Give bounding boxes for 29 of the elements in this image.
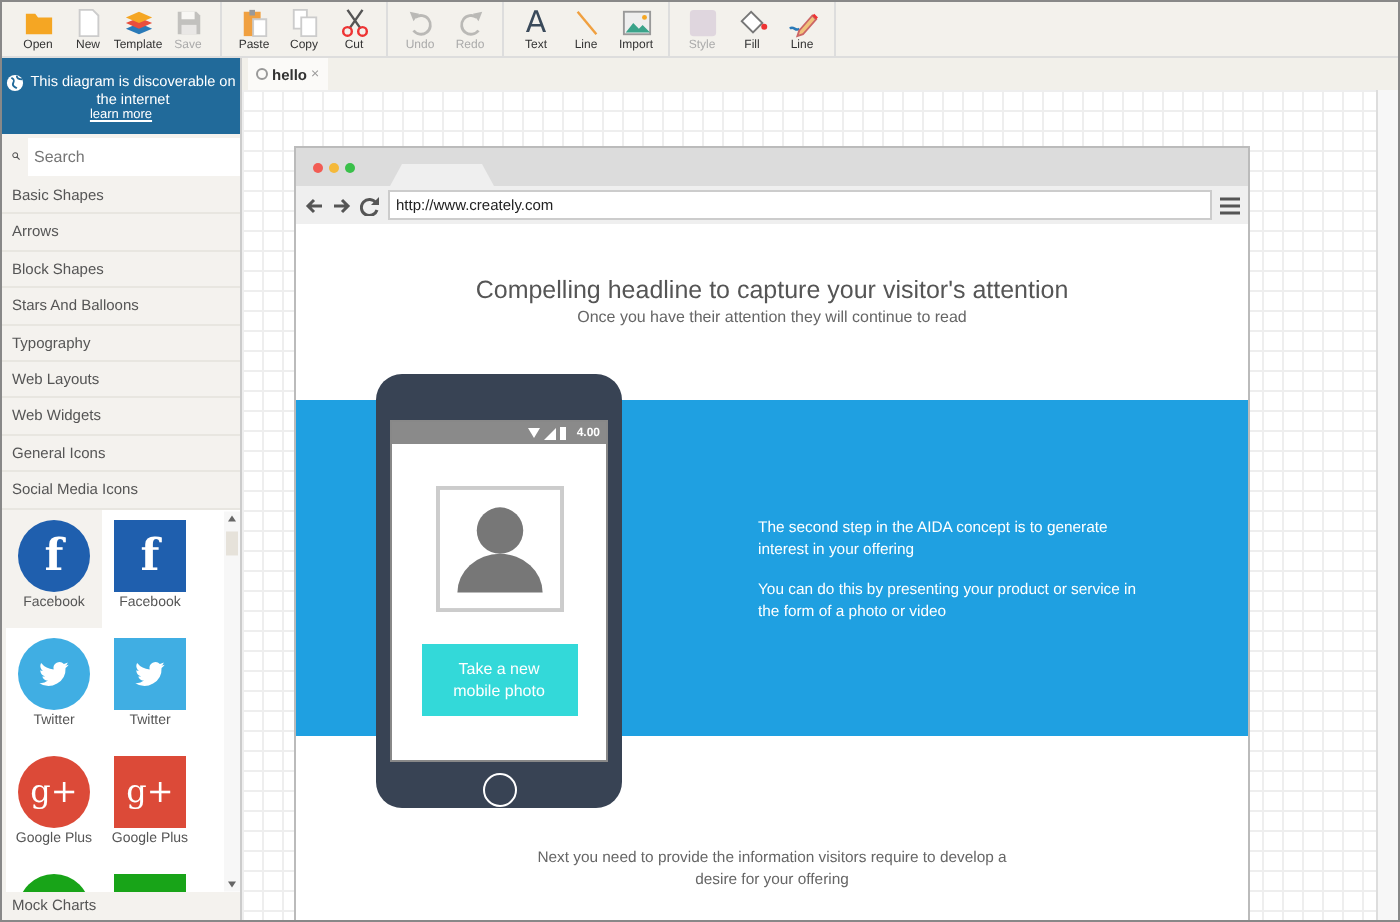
- folder-icon: [23, 8, 53, 38]
- image-icon: [621, 8, 651, 38]
- redo-icon: [455, 8, 485, 38]
- pencil-line-icon: [787, 8, 817, 38]
- layers-icon: [123, 8, 153, 38]
- clipboard-icon: [239, 8, 269, 38]
- headline: Compelling headline to capture your visitor's attention: [475, 276, 1069, 304]
- undo-icon: [405, 8, 435, 38]
- refresh-icon: [360, 195, 380, 215]
- back-arrow-icon: [304, 195, 324, 215]
- round-social-icon: g+: [18, 755, 90, 828]
- square-social-icon: f: [114, 519, 186, 592]
- page-icon: [73, 8, 103, 38]
- copy-icon: [289, 8, 319, 38]
- round-social-icon: f: [18, 519, 90, 592]
- square-social-icon: g+: [114, 755, 186, 828]
- home-button-icon: [481, 772, 517, 808]
- forward-arrow-icon: [332, 195, 352, 215]
- subheadline: Once you have their attention they will continue to read: [577, 308, 967, 326]
- search-field[interactable]: Search: [28, 137, 240, 175]
- search-icon: [12, 148, 20, 164]
- paint-bucket-icon: [737, 8, 767, 38]
- avatar-icon: [435, 486, 563, 612]
- menu-icon: [1220, 195, 1240, 215]
- diagonal-line-icon: [571, 8, 601, 38]
- scissors-icon: [339, 8, 369, 38]
- color-swatch-icon: [687, 8, 717, 38]
- text-icon: A: [525, 8, 547, 38]
- circle-icon: [256, 68, 268, 80]
